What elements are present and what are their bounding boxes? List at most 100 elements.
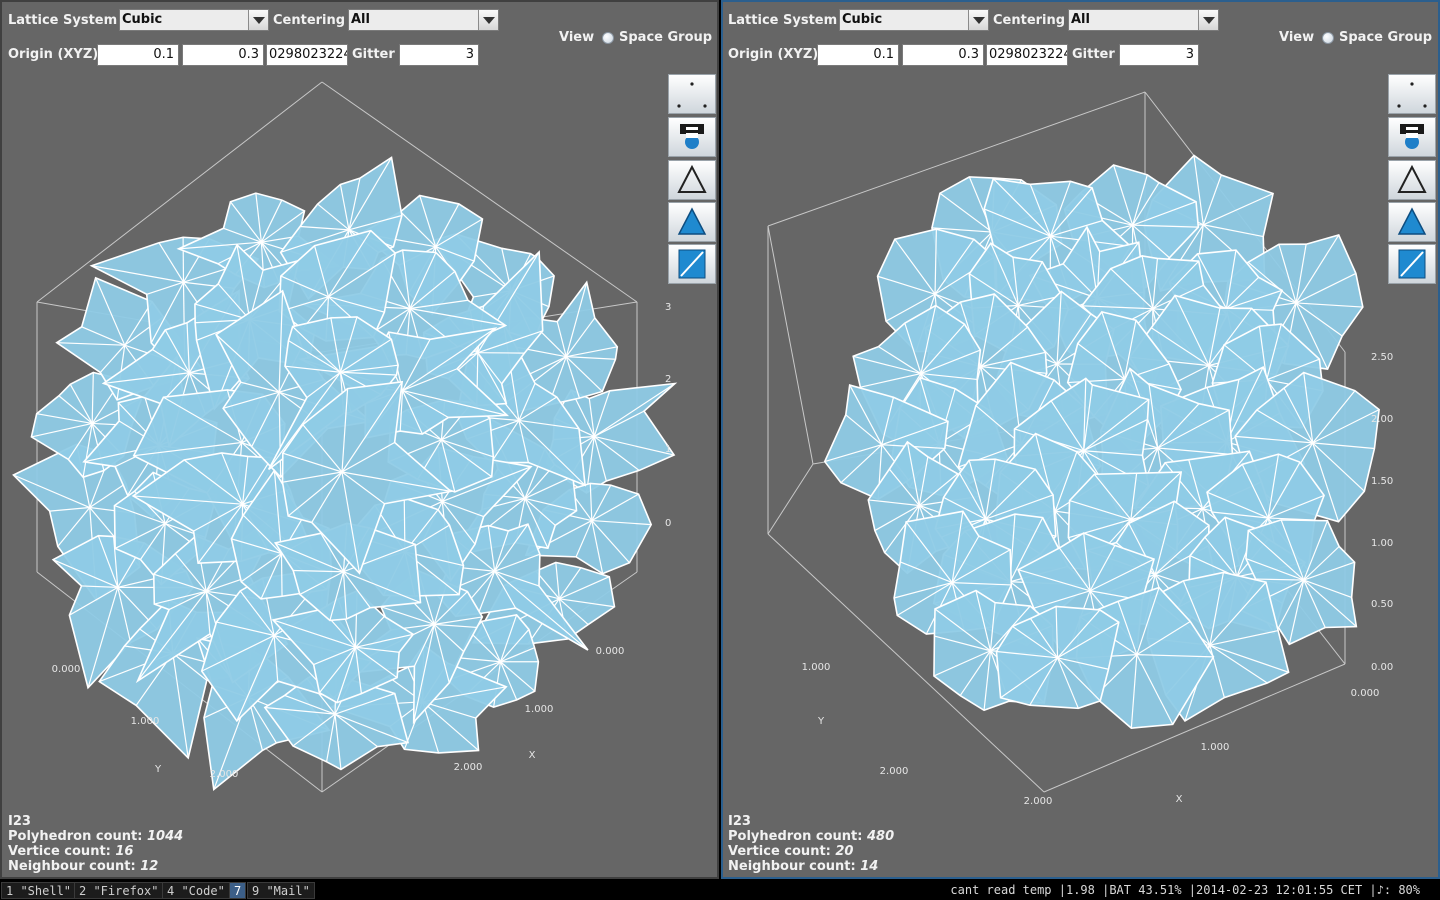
polyhedra-group [823,154,1380,729]
space-group-radio[interactable] [602,32,614,44]
axis-tick-label: 1.50 [1371,476,1393,487]
origin-label: Origin (XYZ) [8,47,99,62]
vertice-count-value: 16 [115,844,134,859]
wireframe-triangle-icon[interactable] [1388,160,1436,200]
axis-tick-label: 1.00 [1371,538,1393,549]
origin-y-input[interactable]: 0.3 [182,44,264,66]
workspace-2[interactable]: 2 "Firefox" [74,882,164,899]
centering-select[interactable]: All [348,9,499,31]
status-bar-text: cant read temp |1.98 |BAT 43.51% |2014-0… [950,883,1420,897]
gitter-label: Gitter [1072,47,1115,62]
plane-icon[interactable] [1388,244,1436,284]
polyhedron-edge [280,553,283,597]
origin-z-input[interactable]: 0298023224 [266,44,348,66]
vertice-count-label: Vertice count: [8,844,111,859]
axis-tick-label: 2.000 [454,762,483,773]
axis-tick-label: 3 [665,302,671,313]
axis-tick-label: 0.50 [1371,599,1393,610]
workspace-1[interactable]: 1 "Shell" [1,882,77,899]
neighbour-count-label: Neighbour count: [8,859,136,874]
centering-label: Centering [273,13,346,28]
workspace-4[interactable]: 4 "Code" [162,882,230,899]
axis-tick-label: 1.000 [525,704,554,715]
wireframe-triangle-icon[interactable] [668,160,716,200]
space-group-label: Space Group [619,30,713,45]
viewer-panel-right: Lattice System Cubic Centering All Origi… [721,0,1440,879]
centering-value: All [351,12,370,27]
axis-tick-label: 1.000 [802,662,831,673]
view-label: View [559,30,595,45]
neighbour-count-value: 14 [860,859,879,874]
origin-y-input[interactable]: 0.3 [902,44,984,66]
camera-icon[interactable] [1388,117,1436,157]
axis-tick-label: 2 [665,374,671,385]
taskbar: 1 "Shell" 2 "Firefox" 4 "Code" 7 9 "Mail… [0,881,1440,900]
axis-tick-label: 2.000 [1024,796,1053,807]
space-group-name: I23 [728,814,751,829]
info-panel: I23 Polyhedron count: 1044 Vertice count… [8,814,183,874]
lattice-system-value: Cubic [842,12,883,27]
axis-title: X [1176,794,1183,805]
chevron-down-icon[interactable] [248,10,268,30]
origin-x-input[interactable]: 0.1 [817,44,899,66]
axis-tick-label: 1.000 [131,716,160,727]
points-icon[interactable] [1388,74,1436,114]
lattice-system-label: Lattice System [728,13,838,28]
info-panel: I23 Polyhedron count: 480 Vertice count:… [728,814,894,874]
axis-tick-label: 2.000 [880,766,909,777]
chevron-down-icon[interactable] [1198,10,1218,30]
axis-tick-label: 0.000 [596,646,625,657]
axis-title: Y [817,716,825,727]
origin-x-input[interactable]: 0.1 [97,44,179,66]
plane-icon[interactable] [668,244,716,284]
points-icon[interactable] [668,74,716,114]
axis-tick-label: 0 [665,518,671,529]
axis-title: Y [154,764,162,775]
centering-label: Centering [993,13,1066,28]
bounding-box-edge [767,463,814,535]
filled-triangle-icon[interactable] [1388,202,1436,242]
vertice-count-value: 20 [835,844,854,859]
view-label: View [1279,30,1315,45]
space-group-label: Space Group [1339,30,1433,45]
camera-icon[interactable] [668,117,716,157]
centering-value: All [1071,12,1090,27]
origin-label: Origin (XYZ) [728,47,819,62]
workspace-9[interactable]: 9 "Mail" [247,882,315,899]
gitter-input[interactable]: 3 [399,44,479,66]
lattice-system-label: Lattice System [8,13,118,28]
gitter-label: Gitter [352,47,395,62]
polyhedron-count-value: 480 [866,829,895,844]
filled-triangle-icon[interactable] [668,202,716,242]
axis-tick-label: 1 [665,444,671,455]
axis-title: X [529,750,536,761]
axis-tick-label: 1.000 [1201,742,1230,753]
lattice-system-select[interactable]: Cubic [839,9,989,31]
axis-tick-label: 0.000 [1351,688,1380,699]
polyhedra-group [12,156,678,792]
neighbour-count-value: 12 [140,859,159,874]
centering-select[interactable]: All [1068,9,1219,31]
space-group-radio[interactable] [1322,32,1334,44]
vertice-count-label: Vertice count: [728,844,831,859]
bounding-box-edge [767,225,814,465]
gitter-input[interactable]: 3 [1119,44,1199,66]
polyhedron-count-label: Polyhedron count: [728,829,863,844]
lattice-system-value: Cubic [122,12,163,27]
axis-tick-label: 2.000 [210,769,239,780]
lattice-system-select[interactable]: Cubic [119,9,269,31]
space-group-name: I23 [8,814,31,829]
neighbour-count-label: Neighbour count: [728,859,856,874]
chevron-down-icon[interactable] [968,10,988,30]
axis-tick-label: 0.000 [52,664,81,675]
workspace-7[interactable]: 7 [229,882,247,899]
axis-tick-label: 2.00 [1371,414,1393,425]
axis-tick-label: 2.50 [1371,352,1393,363]
polyhedron-count-value: 1044 [146,829,184,844]
chevron-down-icon[interactable] [478,10,498,30]
polyhedron-count-label: Polyhedron count: [8,829,143,844]
polyhedra-3d-view[interactable]: 1.000 2.000 Y 0.000 1.000 2.000 X 0.00 0.50 1.00 1… [723,72,1438,812]
polyhedra-3d-view[interactable]: 0.000 1.000 2.000 Y 0.000 1.000 2.000 X 0 1 2 3 [2,72,717,812]
axis-tick-label: 0.00 [1371,662,1393,673]
origin-z-input[interactable]: 0298023224 [986,44,1068,66]
